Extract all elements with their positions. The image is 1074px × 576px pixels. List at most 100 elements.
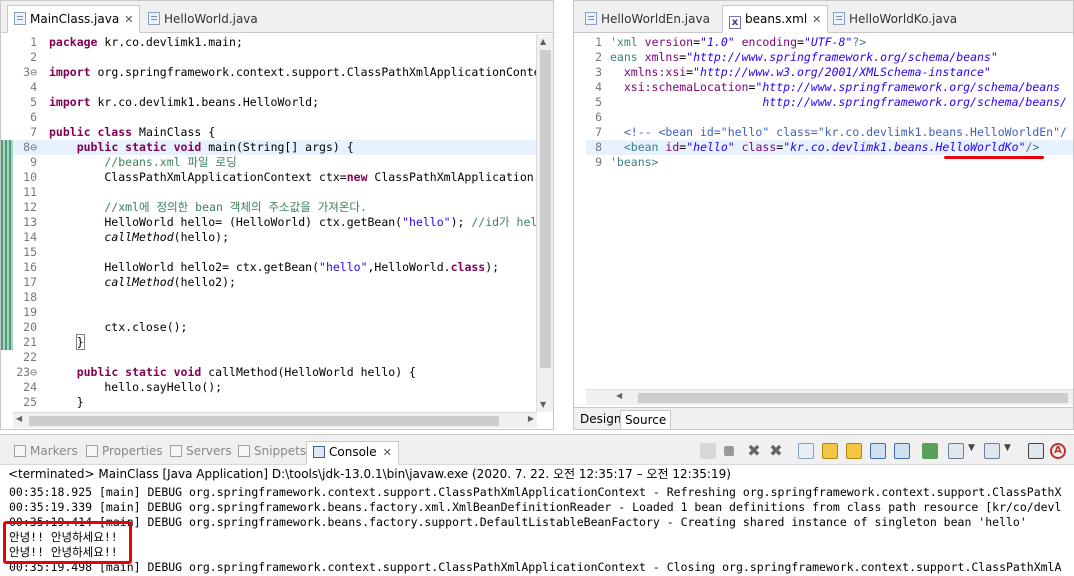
line-number: 9 xyxy=(30,155,37,169)
line-number: 24 xyxy=(23,380,37,394)
properties-icon xyxy=(86,445,98,457)
console-line: 00:35:19.498 [main] DEBUG org.springfram… xyxy=(9,560,1062,574)
pin-console-icon[interactable] xyxy=(700,443,716,459)
line-number[interactable]: 3⊖ xyxy=(15,65,37,80)
close-icon[interactable]: ✕ xyxy=(124,13,133,26)
display-console-icon[interactable] xyxy=(948,443,964,459)
tab-servers[interactable]: Servers xyxy=(164,441,238,465)
line-number: 1 xyxy=(30,35,37,49)
code-line: xsi:schemaLocation="http://www.springfra… xyxy=(623,80,1061,94)
overview-ruler xyxy=(574,34,586,389)
code-line: http://www.springframework.org/schema/be… xyxy=(610,95,1067,109)
tab-helloworlden-java[interactable]: HelloWorldEn.java xyxy=(578,5,717,33)
code-line: callMethod(hello2); xyxy=(104,275,236,289)
change-marker xyxy=(1,275,13,290)
change-marker xyxy=(1,155,13,170)
show-stdout-icon[interactable] xyxy=(870,443,886,459)
scroll-thumb[interactable] xyxy=(638,393,1068,403)
close-icon[interactable]: ✕ xyxy=(812,13,821,26)
tab-properties[interactable]: Properties xyxy=(80,441,169,465)
code-line: public class MainClass { xyxy=(49,125,216,139)
tab-design[interactable]: Design xyxy=(576,410,625,429)
line-number: 13 xyxy=(23,215,37,229)
line-number[interactable]: 23⊖ xyxy=(15,365,37,380)
scroll-thumb[interactable] xyxy=(29,416,499,426)
tab-helloworldko-java[interactable]: HelloWorldKo.java xyxy=(826,5,964,33)
scroll-up-icon[interactable]: ▲ xyxy=(540,37,546,46)
code-line: import org.springframework.context.suppo… xyxy=(49,65,541,79)
scroll-left-icon[interactable]: ◀ xyxy=(16,414,22,423)
code-line: //xml에 정의한 bean 객체의 주소값을 가져온다. xyxy=(49,200,367,214)
tab-label: Properties xyxy=(102,444,163,458)
line-number: 2 xyxy=(30,50,37,64)
clear-console-icon[interactable] xyxy=(798,443,814,459)
tab-beans-xml[interactable]: x beans.xml ✕ xyxy=(722,5,829,33)
line-number: 17 xyxy=(23,275,37,289)
word-wrap-icon[interactable] xyxy=(846,443,862,459)
scroll-thumb[interactable] xyxy=(540,50,551,368)
code-line: HelloWorld hello= (HelloWorld) ctx.getBe… xyxy=(49,215,538,229)
scroll-lock-icon[interactable] xyxy=(822,443,838,459)
console-status: <terminated> MainClass [Java Application… xyxy=(8,467,731,481)
change-marker xyxy=(1,170,13,185)
chevron-down-icon[interactable]: ▼ xyxy=(1004,443,1020,459)
code-line: hello.sayHello(); xyxy=(49,380,223,394)
code-line: 'xml version="1.0" encoding="UTF-8"?> xyxy=(610,35,867,49)
close-icon[interactable]: ✕ xyxy=(383,446,392,459)
tab-mainclass-java[interactable]: MainClass.java ✕ xyxy=(7,5,141,33)
code-line: } xyxy=(75,334,85,350)
code-line: <bean id="hello" class="kr.co.devlimk1.b… xyxy=(623,140,1040,154)
line-number: 21 xyxy=(23,335,37,349)
horizontal-scrollbar[interactable]: ◀ ▶ xyxy=(13,412,537,428)
change-marker xyxy=(1,140,13,155)
show-stderr-icon[interactable] xyxy=(894,443,910,459)
editor-split-divider[interactable] xyxy=(554,0,573,430)
vertical-scrollbar[interactable]: ▲ ▼ xyxy=(536,34,553,412)
line-number: 16 xyxy=(23,260,37,274)
line-number: 19 xyxy=(23,305,37,319)
change-marker xyxy=(1,260,13,275)
line-number: 22 xyxy=(23,350,37,364)
xml-file-icon: x xyxy=(729,16,741,29)
open-console-icon[interactable] xyxy=(984,443,1000,459)
scroll-left-icon[interactable]: ◀ xyxy=(616,391,622,400)
highlight-box xyxy=(3,521,132,564)
tab-markers[interactable]: Markers xyxy=(8,441,84,465)
line-number: 20 xyxy=(23,320,37,334)
line-number: 5 xyxy=(30,95,37,109)
terminate-icon[interactable] xyxy=(724,446,734,456)
tab-source[interactable]: Source xyxy=(620,410,672,429)
line-number[interactable]: 8⊖ xyxy=(15,140,37,155)
java-file-icon xyxy=(833,12,845,25)
code-line: //beans.xml 파일 로딩 xyxy=(49,155,237,169)
tab-label: HelloWorld.java xyxy=(164,12,258,26)
console-icon xyxy=(313,446,325,458)
line-number: 7 xyxy=(30,125,37,139)
scroll-down-icon[interactable]: ▼ xyxy=(540,400,546,409)
tab-console[interactable]: Console ✕ xyxy=(306,441,399,465)
tab-label: Servers xyxy=(186,444,232,458)
tab-label: MainClass.java xyxy=(30,12,120,26)
tab-snippets[interactable]: Snippets xyxy=(232,441,312,465)
tab-helloworld-java[interactable]: HelloWorld.java xyxy=(141,5,265,33)
line-number: 6 xyxy=(30,110,37,124)
scroll-right-icon[interactable]: ▶ xyxy=(528,414,534,423)
tab-label: beans.xml xyxy=(745,12,808,26)
code-line: ClassPathXmlApplicationContext ctx=new C… xyxy=(49,170,534,184)
horizontal-scrollbar[interactable]: ◀ xyxy=(586,389,1073,405)
line-number: 25 xyxy=(23,395,37,409)
line-number: 10 xyxy=(23,170,37,184)
minimize-icon[interactable] xyxy=(1028,443,1044,459)
chevron-down-icon[interactable]: ▼ xyxy=(968,443,984,459)
remove-launch-icon[interactable]: ✖ xyxy=(746,443,762,459)
tab-label: Markers xyxy=(30,444,78,458)
remove-all-icon[interactable]: ✖ xyxy=(768,443,784,459)
line-number: 15 xyxy=(23,245,37,259)
code-line: <!-- <bean id="hello" class="kr.co.devli… xyxy=(610,125,1067,139)
maximize-icon[interactable]: A xyxy=(1050,443,1066,459)
new-console-icon[interactable] xyxy=(922,443,938,459)
code-line: HelloWorld hello2= ctx.getBean("hello",H… xyxy=(49,260,500,274)
line-number: 12 xyxy=(23,200,37,214)
line-number: 4 xyxy=(30,80,37,94)
tab-label: Snippets xyxy=(254,444,307,458)
